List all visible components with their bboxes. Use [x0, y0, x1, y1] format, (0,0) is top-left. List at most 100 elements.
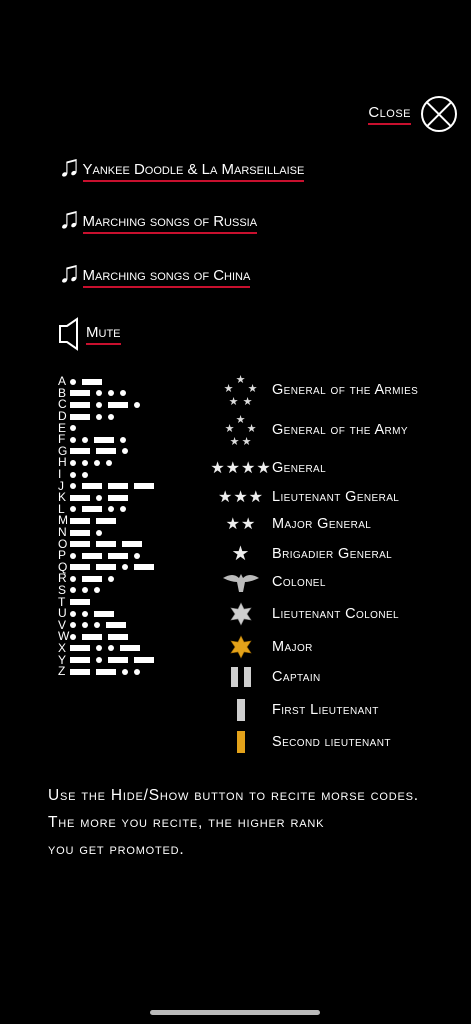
rank-label: Lieutenant Colonel [272, 606, 400, 622]
svg-text:★: ★ [243, 396, 254, 408]
double-bar-icon [210, 666, 272, 688]
rank-label: Lieutenant General [272, 489, 400, 505]
morse-dot [70, 483, 76, 490]
close-control[interactable]: Close [368, 94, 457, 134]
morse-dot [96, 494, 102, 501]
rank-lieutenant-colonel: Lieutenant Colonel [210, 601, 399, 627]
rank-major-general: ★★ Major General [210, 514, 371, 534]
morse-dash [108, 483, 128, 490]
morse-row: L [58, 503, 198, 516]
song-russia-button[interactable]: ♫ Marching songs of Russia [58, 204, 258, 234]
rank-label: Colonel [272, 574, 326, 590]
morse-dot [82, 622, 88, 629]
instructions-line: The more you recite, the higher rank [48, 814, 325, 831]
morse-row: P [58, 549, 198, 562]
rank-second-lieutenant: Second lieutenant [210, 730, 391, 754]
svg-text:★: ★ [225, 423, 236, 435]
morse-symbols [70, 633, 134, 640]
morse-symbols [70, 599, 96, 606]
morse-row: E [58, 422, 198, 434]
song-china-button[interactable]: ♫ Marching songs of China [58, 256, 251, 289]
morse-row: C [58, 398, 198, 411]
morse-dot [134, 552, 140, 559]
morse-symbols [70, 506, 132, 513]
morse-symbols [70, 459, 118, 466]
morse-symbols [70, 622, 132, 629]
morse-symbols [70, 587, 106, 594]
five-star-circle-icon: ★ ★ ★ ★ ★ [210, 412, 272, 448]
morse-row: D [58, 410, 198, 423]
morse-dot [70, 506, 76, 513]
rank-captain: Captain [210, 666, 321, 688]
morse-symbols [70, 378, 108, 385]
morse-dot [94, 622, 100, 629]
morse-symbols [70, 575, 120, 582]
morse-dash [94, 610, 114, 617]
svg-text:★: ★ [224, 383, 235, 395]
morse-dot [106, 459, 112, 466]
rank-lieutenant-general: ★★★ Lieutenant General [210, 487, 399, 507]
close-label[interactable]: Close [368, 104, 411, 125]
morse-symbols [70, 448, 134, 455]
rank-label: Major [272, 639, 313, 655]
morse-row: G [58, 445, 198, 458]
morse-dot [96, 390, 102, 397]
morse-dash [108, 401, 128, 408]
morse-dash [70, 645, 90, 652]
rank-general-of-the-armies: ★ ★ ★ ★ ★ General of the Armies [210, 372, 418, 408]
rank-major: Major [210, 634, 313, 660]
morse-dash [96, 517, 116, 524]
morse-symbols [70, 645, 146, 652]
instructions-line: Use the Hide/Show button to recite morse… [48, 787, 419, 804]
rank-colonel: Colonel [210, 570, 326, 594]
morse-dash [70, 599, 90, 606]
svg-text:★: ★ [230, 436, 241, 448]
rank-brigadier-general: ★ Brigadier General [210, 541, 392, 566]
morse-dash [82, 633, 102, 640]
song-yankee-doodle-button[interactable]: ♫ Yankee Doodle & La Marseillaise [58, 152, 305, 182]
morse-dash [82, 378, 102, 385]
svg-text:★: ★ [229, 396, 240, 408]
song-label[interactable]: Marching songs of China [82, 267, 251, 288]
music-note-icon: ♫ [58, 256, 81, 289]
morse-symbols [70, 564, 160, 571]
morse-dot [70, 610, 76, 617]
morse-symbols [70, 657, 160, 664]
morse-row: J [58, 480, 198, 492]
song-label[interactable]: Marching songs of Russia [82, 213, 258, 234]
close-icon[interactable] [421, 96, 457, 132]
rank-label: General of the Armies [272, 382, 419, 398]
morse-row: N [58, 526, 198, 539]
morse-row: O [58, 538, 198, 550]
morse-dash [70, 413, 90, 420]
silver-oak-leaf-icon [210, 601, 272, 627]
morse-dot [96, 413, 102, 420]
morse-dot [108, 506, 114, 513]
morse-row: U [58, 607, 198, 620]
morse-dot [108, 390, 114, 397]
morse-dash [82, 483, 102, 490]
morse-symbols [70, 471, 94, 478]
morse-dash [134, 564, 154, 571]
morse-dot [82, 610, 88, 617]
morse-symbols [70, 517, 122, 524]
gold-oak-leaf-icon [210, 634, 272, 660]
morse-dot [70, 436, 76, 443]
morse-symbols [70, 436, 132, 443]
morse-dot [96, 529, 102, 536]
morse-dot [70, 425, 76, 432]
song-label[interactable]: Yankee Doodle & La Marseillaise [82, 161, 305, 182]
instructions: Use the Hide/Show button to recite morse… [48, 782, 419, 863]
morse-dot [122, 448, 128, 455]
morse-row: A [58, 375, 198, 388]
rank-label: Major General [272, 516, 372, 532]
morse-dot [96, 645, 102, 652]
morse-row: Y [58, 654, 198, 666]
home-indicator [150, 1010, 320, 1015]
mute-button[interactable]: Mute [58, 317, 121, 351]
svg-text:★: ★ [242, 436, 253, 448]
mute-label[interactable]: Mute [86, 324, 121, 345]
morse-symbols [70, 494, 134, 501]
morse-row: V [58, 619, 198, 631]
morse-dash [70, 517, 90, 524]
